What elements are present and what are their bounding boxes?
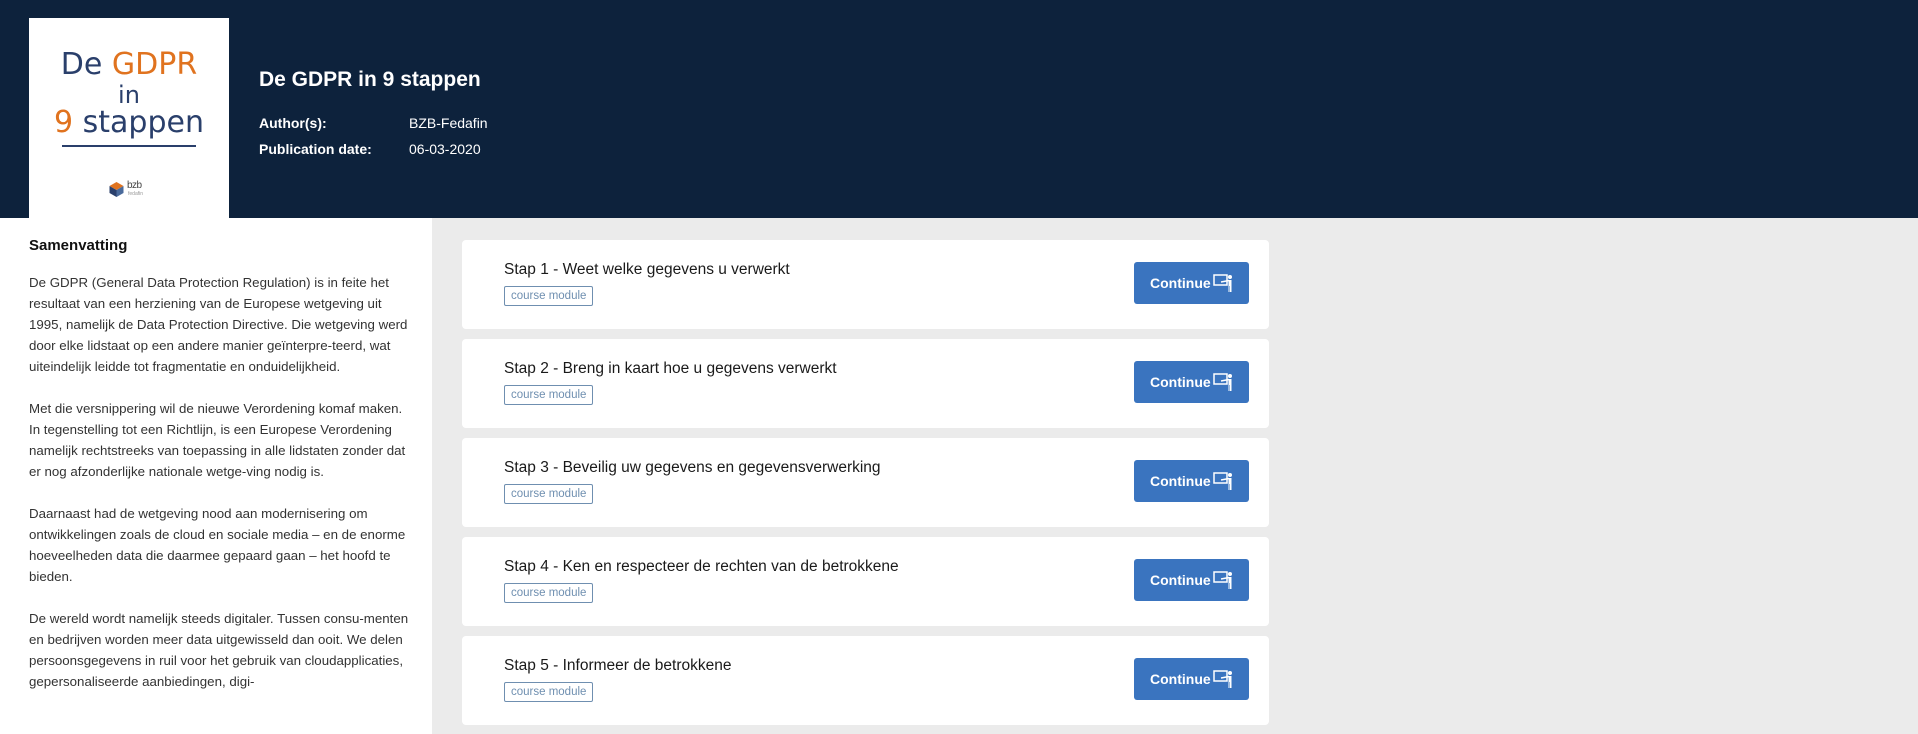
module-card-step-3: Stap 3 - Beveilig uw gegevens en gegeven… xyxy=(462,438,1269,527)
presentation-board-icon xyxy=(1213,571,1232,589)
logo-subtext: fedafin xyxy=(128,191,144,197)
summary-panel: Samenvatting De GDPR (General Data Prote… xyxy=(0,218,432,734)
bzb-logo-icon xyxy=(109,182,124,197)
module-card-step-2: Stap 2 - Breng in kaart hoe u gegevens v… xyxy=(462,339,1269,428)
presentation-board-icon xyxy=(1213,274,1232,292)
presentation-board-icon xyxy=(1213,670,1232,688)
cover-divider xyxy=(62,145,196,147)
module-title: Stap 4 - Ken en respecteer de rechten va… xyxy=(504,558,899,575)
summary-text: De GDPR (General Data Protection Regulat… xyxy=(29,272,409,713)
cover-title-line-1: De GDPR xyxy=(60,47,198,82)
continue-button-label: Continue xyxy=(1150,572,1211,588)
course-module-badge: course module xyxy=(504,484,594,504)
module-card-step-4: Stap 4 - Ken en respecteer de rechten va… xyxy=(462,537,1269,626)
module-title: Stap 2 - Breng in kaart hoe u gegevens v… xyxy=(504,360,837,377)
module-title: Stap 3 - Beveilig uw gegevens en gegeven… xyxy=(504,459,881,476)
logo-wordmark: bzb xyxy=(127,180,142,191)
summary-paragraph: De wereld wordt namelijk steeds digitale… xyxy=(29,611,409,689)
continue-button-label: Continue xyxy=(1150,473,1211,489)
continue-button[interactable]: Continue xyxy=(1134,361,1249,403)
continue-button[interactable]: Continue xyxy=(1134,262,1249,304)
course-cover-image: De GDPR in 9 stappen bzb fedafin xyxy=(29,18,229,218)
author-value: BZB-Fedafin xyxy=(409,115,488,131)
presentation-board-icon xyxy=(1213,472,1232,490)
continue-button[interactable]: Continue xyxy=(1134,658,1249,700)
summary-paragraph: De GDPR (General Data Protection Regulat… xyxy=(29,275,408,374)
summary-paragraph: Met die versnippering wil de nieuwe Vero… xyxy=(29,401,406,479)
presentation-board-icon xyxy=(1213,373,1232,391)
publication-date-value: 06-03-2020 xyxy=(409,141,481,157)
course-module-badge: course module xyxy=(504,682,594,702)
continue-button-label: Continue xyxy=(1150,374,1211,390)
module-card-step-1: Stap 1 - Weet welke gegevens u verwerkt … xyxy=(462,240,1269,329)
course-header: De GDPR in 9 stappen bzb fedafin De GDPR… xyxy=(0,0,1918,218)
course-module-badge: course module xyxy=(504,385,594,405)
continue-button-label: Continue xyxy=(1150,275,1211,291)
author-label: Author(s): xyxy=(259,115,327,131)
module-title: Stap 5 - Informeer de betrokkene xyxy=(504,657,732,674)
module-title: Stap 1 - Weet welke gegevens u verwerkt xyxy=(504,261,790,278)
course-title: De GDPR in 9 stappen xyxy=(259,68,481,91)
cover-title-line-3: 9 stappen xyxy=(54,105,204,140)
bzb-logo: bzb fedafin xyxy=(108,180,152,200)
summary-paragraph: Daarnaast had de wetgeving nood aan mode… xyxy=(29,506,406,584)
continue-button[interactable]: Continue xyxy=(1134,460,1249,502)
module-card-step-5: Stap 5 - Informeer de betrokkene course … xyxy=(462,636,1269,725)
summary-heading: Samenvatting xyxy=(29,237,128,254)
course-module-badge: course module xyxy=(504,286,594,306)
continue-button-label: Continue xyxy=(1150,671,1211,687)
continue-button[interactable]: Continue xyxy=(1134,559,1249,601)
publication-date-label: Publication date: xyxy=(259,141,372,157)
course-module-badge: course module xyxy=(504,583,594,603)
module-list: Stap 1 - Weet welke gegevens u verwerkt … xyxy=(432,218,1918,734)
